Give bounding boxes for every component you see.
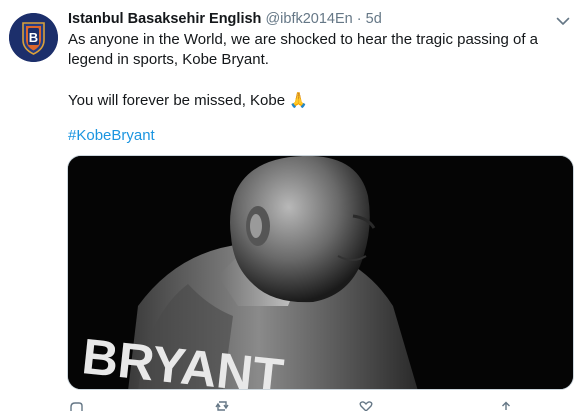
- tweet-text: As anyone in the World, we are shocked t…: [68, 30, 568, 146]
- hashtag-link[interactable]: #KobeBryant: [68, 127, 155, 144]
- share-icon[interactable]: [498, 398, 514, 410]
- photo-illustration: BRYANT: [68, 156, 573, 389]
- tweet-text-paragraph: You will forever be missed, Kobe 🙏: [68, 90, 568, 111]
- retweet-icon[interactable]: [214, 398, 230, 411]
- author-name[interactable]: Istanbul Basaksehir English: [68, 11, 261, 27]
- tweet-text-line: You will forever be missed, Kobe: [68, 92, 286, 109]
- like-icon[interactable]: [358, 398, 374, 412]
- tweet-actions: [68, 398, 528, 412]
- tweet-timestamp[interactable]: 5d: [366, 11, 382, 27]
- avatar[interactable]: B: [9, 13, 58, 62]
- tweet[interactable]: B Istanbul Basaksehir English @ibfk2014E…: [0, 0, 585, 412]
- tweet-photo[interactable]: BRYANT: [67, 155, 574, 390]
- svg-text:B: B: [29, 30, 38, 45]
- tweet-text-paragraph: #KobeBryant: [68, 126, 568, 146]
- author-handle[interactable]: @ibfk2014En: [265, 11, 352, 27]
- tweet-text-line: legend in sports, Kobe Bryant.: [68, 51, 269, 68]
- tweet-header: Istanbul Basaksehir English @ibfk2014En …: [68, 11, 575, 31]
- praying-hands-emoji: 🙏: [289, 91, 308, 109]
- club-crest-icon: B: [9, 13, 58, 62]
- tweet-text-line: As anyone in the World, we are shocked t…: [68, 31, 538, 48]
- reply-icon[interactable]: [68, 398, 84, 411]
- header-separator: ·: [356, 11, 362, 27]
